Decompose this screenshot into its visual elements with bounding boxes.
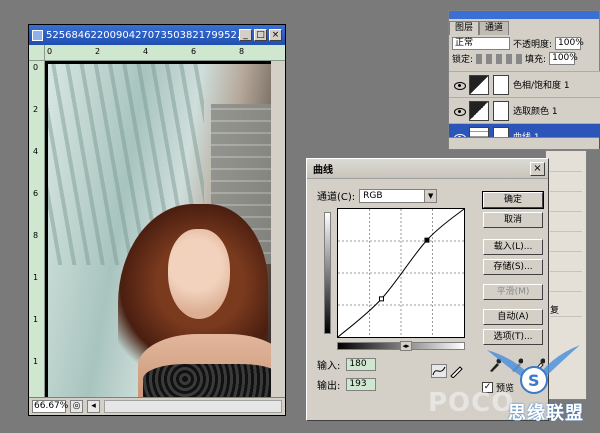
curve-point-tool-icon[interactable] — [431, 364, 447, 378]
ruler-tick-label: 1 — [33, 315, 39, 324]
canvas-photo[interactable] — [45, 61, 271, 399]
curve-control-point[interactable] — [424, 237, 430, 243]
layers-toolbar[interactable] — [449, 137, 599, 149]
status-menu-icon[interactable]: ◎ — [70, 400, 83, 413]
ruler-tick-label: 0 — [33, 63, 39, 72]
document-title: 52568462200904270735038217995​2... — [46, 29, 239, 41]
ruler-tick-label: 6 — [33, 189, 39, 198]
curve-graph[interactable] — [337, 208, 465, 338]
ok-button[interactable]: 确定 — [482, 191, 544, 209]
curve-control-point[interactable] — [378, 296, 384, 302]
layer-thumbnail — [469, 100, 489, 121]
input-label: 输入: — [317, 361, 341, 372]
opacity-field[interactable]: 100% — [555, 37, 584, 50]
cancel-button[interactable]: 取消 — [483, 212, 543, 228]
ruler-origin[interactable] — [29, 45, 45, 61]
panel-titlebar[interactable] — [449, 11, 599, 19]
channel-value: RGB — [363, 190, 383, 201]
ruler-tick-label: 8 — [33, 231, 39, 240]
ruler-tick-label: 2 — [33, 105, 39, 114]
channel-label: 通道(C): — [317, 192, 356, 203]
lock-label: 锁定: — [452, 55, 474, 65]
minimize-button[interactable]: _ — [239, 29, 252, 41]
lock-icons[interactable] — [476, 53, 523, 64]
horizontal-scrollbar[interactable] — [104, 400, 282, 413]
ruler-tick-label: 0 — [47, 47, 53, 56]
layer-thumbnail — [469, 74, 489, 95]
layers-panel[interactable]: 图层 通道 正常 不透明度: 100% 锁定: 填充: 100% 色相/饱和度 … — [448, 10, 600, 150]
layer-row[interactable]: 色相/饱和度 1 — [449, 71, 600, 97]
output-label: 输出: — [317, 381, 341, 392]
opacity-label: 不透明度: — [513, 40, 553, 50]
channel-select[interactable]: RGB ▼ — [359, 188, 438, 203]
document-status-bar: 66.67% ◎ ◂ — [29, 397, 285, 415]
fill-field[interactable]: 100% — [549, 52, 578, 65]
photo-face — [168, 229, 230, 319]
photoshop-icon — [32, 29, 43, 41]
dialog-title: 曲线 — [313, 165, 333, 176]
layer-mask-thumbnail — [493, 74, 509, 95]
gradient-toggle-icon[interactable]: ◂▸ — [400, 341, 412, 351]
layer-name: 色相/饱和度 1 — [513, 81, 570, 91]
load-button[interactable]: 载入(L)... — [483, 239, 543, 255]
visibility-eye-icon[interactable] — [453, 80, 466, 90]
ruler-tick-label: 2 — [95, 47, 101, 56]
dialog-titlebar[interactable]: 曲线 × — [307, 159, 548, 179]
document-window[interactable]: 52568462200904270735038217995​2... _ □ ×… — [28, 24, 286, 416]
layer-name: 选取颜色 1 — [513, 107, 558, 117]
pencil-tool-icon[interactable] — [449, 364, 465, 379]
output-gradient-bar — [324, 212, 331, 334]
output-field[interactable]: 193 — [346, 378, 377, 391]
auto-button[interactable]: 自动(A) — [483, 309, 543, 325]
visibility-eye-icon[interactable] — [453, 106, 466, 116]
photo-clothing — [143, 364, 271, 399]
document-titlebar[interactable]: 52568462200904270735038217995​2... _ □ × — [29, 25, 285, 45]
ruler-vertical[interactable]: 0 2 4 6 8 1 1 1 — [29, 61, 45, 397]
ruler-tick-label: 4 — [143, 47, 149, 56]
zoom-field[interactable]: 66.67% — [32, 400, 68, 413]
layer-mask-thumbnail — [493, 100, 509, 121]
chevron-down-icon[interactable]: ▼ — [424, 189, 437, 202]
scroll-left-icon[interactable]: ◂ — [87, 400, 100, 413]
ruler-tick-label: 6 — [191, 47, 197, 56]
input-field[interactable]: 180 — [346, 358, 377, 371]
ruler-tick-label: 1 — [33, 273, 39, 282]
panel-item-label: 复 — [550, 306, 560, 316]
ruler-tick-label: 8 — [239, 47, 245, 56]
curve-svg[interactable] — [337, 208, 465, 338]
ruler-tick-label: 1 — [33, 357, 39, 366]
close-icon[interactable]: × — [530, 161, 545, 176]
smooth-button[interactable]: 平滑(M) — [483, 284, 543, 300]
blend-mode-select[interactable]: 正常 — [452, 37, 510, 50]
svg-text:S: S — [528, 371, 540, 390]
close-button[interactable]: × — [269, 29, 282, 41]
tab-channels[interactable]: 通道 — [479, 21, 510, 35]
fill-label: 填充: — [525, 55, 547, 65]
tab-layers[interactable]: 图层 — [449, 21, 480, 35]
brand-watermark: 思缘联盟 — [508, 403, 584, 424]
ruler-tick-label: 4 — [33, 147, 39, 156]
save-button[interactable]: 存储(S)... — [483, 259, 543, 275]
maximize-button[interactable]: □ — [254, 29, 267, 41]
layer-row[interactable]: 选取颜色 1 — [449, 97, 600, 123]
ruler-horizontal[interactable]: 0 2 4 6 8 — [45, 45, 285, 61]
